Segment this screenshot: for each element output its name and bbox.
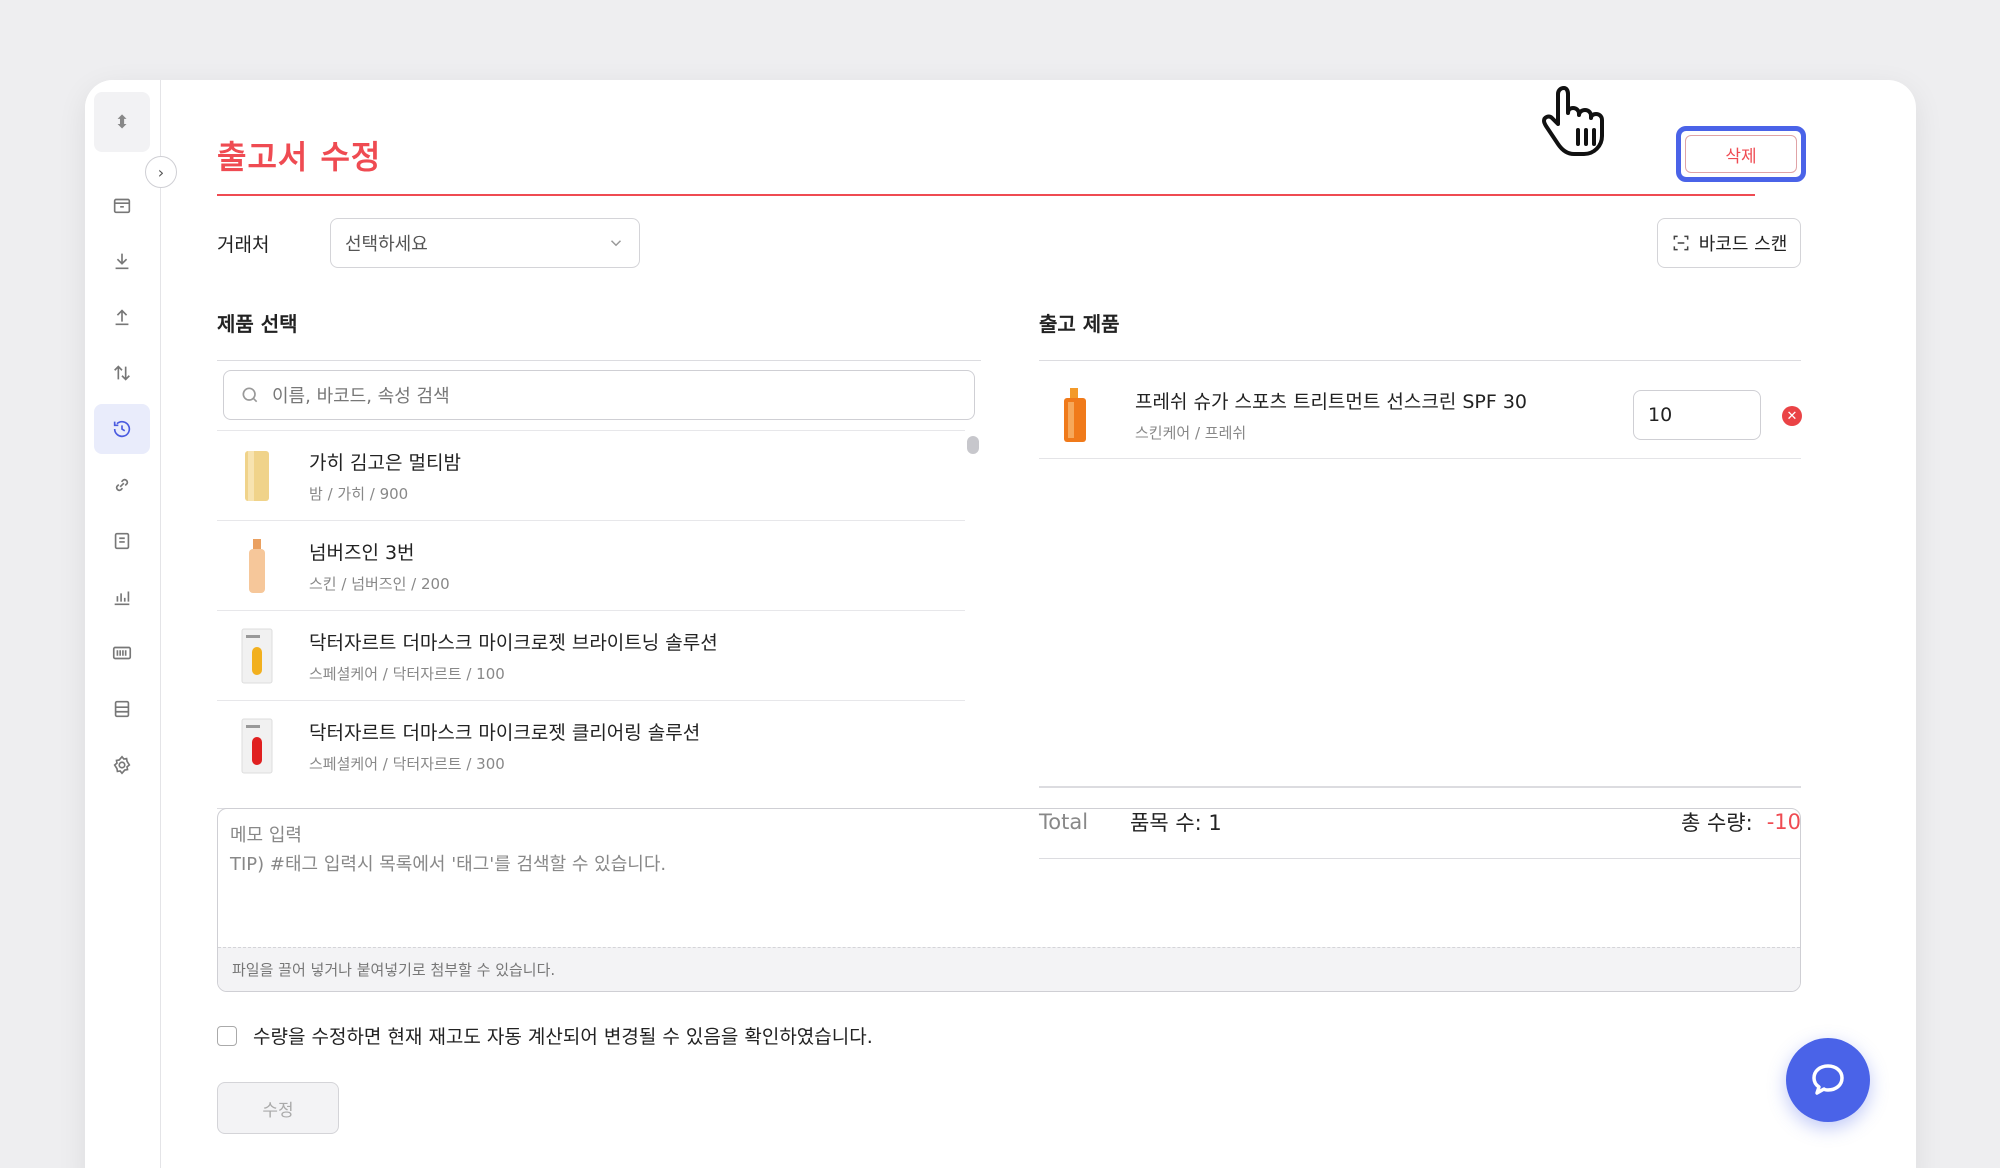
product-thumbnail: [1053, 383, 1097, 447]
link-icon[interactable]: [94, 460, 150, 510]
divider: [217, 360, 981, 361]
search-icon: [242, 387, 258, 403]
item-sub: 스페셜케어 / 닥터자르트 / 100: [309, 664, 505, 683]
item-name: 닥터자르트 더마스크 마이크로젯 클리어링 솔루션: [309, 721, 701, 744]
item-sub: 밤 / 가히 / 900: [309, 484, 409, 503]
search-placeholder: 이름, 바코드, 속성 검색: [272, 386, 450, 407]
divider: [1039, 458, 1801, 459]
vendor-select[interactable]: 선택하세요: [330, 218, 640, 268]
submit-button[interactable]: 수정: [217, 1082, 339, 1134]
divider: [1039, 360, 1801, 361]
chat-icon: [1812, 1064, 1844, 1095]
attach-dropzone[interactable]: 파일을 끌어 넣거나 붙여넣기로 첨부할 수 있습니다.: [218, 947, 1800, 991]
list-item[interactable]: 닥터자르트 더마스크 마이크로젯 클리어링 솔루션 스페셜케어 / 닥터자르트 …: [217, 700, 965, 790]
page-title: 출고서 수정: [217, 138, 382, 176]
outbound-item: 프레쉬 슈가 스포츠 트리트먼트 선스크린 SPF 30 스킨케어 / 프레쉬 …: [1039, 370, 1802, 460]
settings-icon[interactable]: [94, 740, 150, 790]
chevron-down-icon: [610, 240, 622, 247]
item-sub: 스페셜케어 / 닥터자르트 / 300: [309, 754, 505, 773]
product-select-title: 제품 선택: [217, 312, 298, 336]
barcode-scan-button[interactable]: 바코드 스캔: [1657, 218, 1801, 268]
item-name: 프레쉬 슈가 스포츠 트리트먼트 선스크린 SPF 30: [1135, 391, 1528, 413]
memo-textarea[interactable]: 메모 입력 TIP) #태그 입력시 목록에서 '태그'를 검색할 수 있습니다…: [217, 808, 1801, 992]
memo-placeholder: 메모 입력 TIP) #태그 입력시 목록에서 '태그'를 검색할 수 있습니다…: [230, 825, 667, 875]
inbound-icon[interactable]: [94, 236, 150, 286]
delete-button-label: 삭제: [1685, 135, 1797, 173]
transfer-icon[interactable]: [94, 348, 150, 398]
outbound-panel: 출고 제품 프레쉬 슈가 스포츠 트리트먼트 선스크린 SPF 30 스킨케어 …: [1039, 308, 1802, 859]
item-sub: 스킨케어 / 프레쉬: [1135, 424, 1247, 442]
vendor-select-value: 선택하세요: [345, 234, 428, 255]
sort-icon[interactable]: ⬍: [94, 92, 150, 152]
item-name: 넘버즈인 3번: [309, 541, 415, 564]
title-divider: [217, 194, 1755, 196]
product-select-panel: 제품 선택 이름, 바코드, 속성 검색 가히 김고은 멀티밤 밤 / 가히 /…: [217, 308, 981, 809]
outbound-icon[interactable]: [94, 292, 150, 342]
item-name: 닥터자르트 더마스크 마이크로젯 브라이트닝 솔루션: [309, 631, 718, 654]
product-thumbnail: [235, 534, 279, 598]
close-icon[interactable]: ✕: [1782, 406, 1802, 426]
app-window: ⬍ › 출고서 수정 삭제 거래처 선택하세요 바코드 스캔 제품 선택 이름,…: [85, 80, 1916, 1168]
scrollbar[interactable]: [967, 436, 979, 454]
main-content: 출고서 수정 삭제 거래처 선택하세요 바코드 스캔 제품 선택 이름, 바코드…: [217, 80, 1916, 1168]
confirm-row: 수량을 수정하면 현재 재고도 자동 계산되어 변경될 수 있음을 확인하였습니…: [217, 1022, 873, 1049]
list-icon[interactable]: [94, 684, 150, 734]
box-icon[interactable]: [94, 180, 150, 230]
item-sub: 스킨 / 넘버즈인 / 200: [309, 574, 450, 593]
confirm-checkbox[interactable]: [217, 1025, 237, 1046]
barcode-scan-label: 바코드 스캔: [1698, 234, 1788, 255]
scan-icon: [1673, 235, 1689, 251]
product-thumbnail: [235, 624, 279, 688]
document-icon[interactable]: [94, 516, 150, 566]
quantity-input[interactable]: 10: [1633, 390, 1761, 440]
outbound-title: 출고 제품: [1039, 312, 1120, 336]
vendor-label: 거래처: [217, 234, 270, 256]
attach-hint: 파일을 끌어 넣거나 붙여넣기로 첨부할 수 있습니다.: [232, 961, 556, 979]
sidebar: ⬍: [85, 80, 161, 1168]
chevron-right-icon[interactable]: ›: [145, 156, 177, 188]
product-list: 가히 김고은 멀티밤 밤 / 가히 / 900 넘버즈인 3번 스킨 / 넘버즈…: [217, 430, 965, 790]
list-item[interactable]: 넘버즈인 3번 스킨 / 넘버즈인 / 200: [217, 520, 965, 610]
confirm-text: 수량을 수정하면 현재 재고도 자동 계산되어 변경될 수 있음을 확인하였습니…: [253, 1026, 873, 1048]
list-item[interactable]: 닥터자르트 더마스크 마이크로젯 브라이트닝 솔루션 스페셜케어 / 닥터자르트…: [217, 610, 965, 700]
list-item[interactable]: 가히 김고은 멀티밤 밤 / 가히 / 900: [217, 430, 965, 520]
delete-button[interactable]: 삭제: [1676, 126, 1806, 182]
chart-icon[interactable]: [94, 572, 150, 622]
divider: [1039, 786, 1801, 788]
history-icon[interactable]: [94, 404, 150, 454]
barcode-icon[interactable]: [94, 628, 150, 678]
product-thumbnail: [235, 444, 279, 508]
chat-button[interactable]: [1786, 1038, 1870, 1122]
product-thumbnail: [235, 714, 279, 778]
item-name: 가히 김고은 멀티밤: [309, 451, 461, 474]
hand-cursor-icon: [1542, 86, 1604, 156]
search-input[interactable]: 이름, 바코드, 속성 검색: [223, 370, 975, 420]
